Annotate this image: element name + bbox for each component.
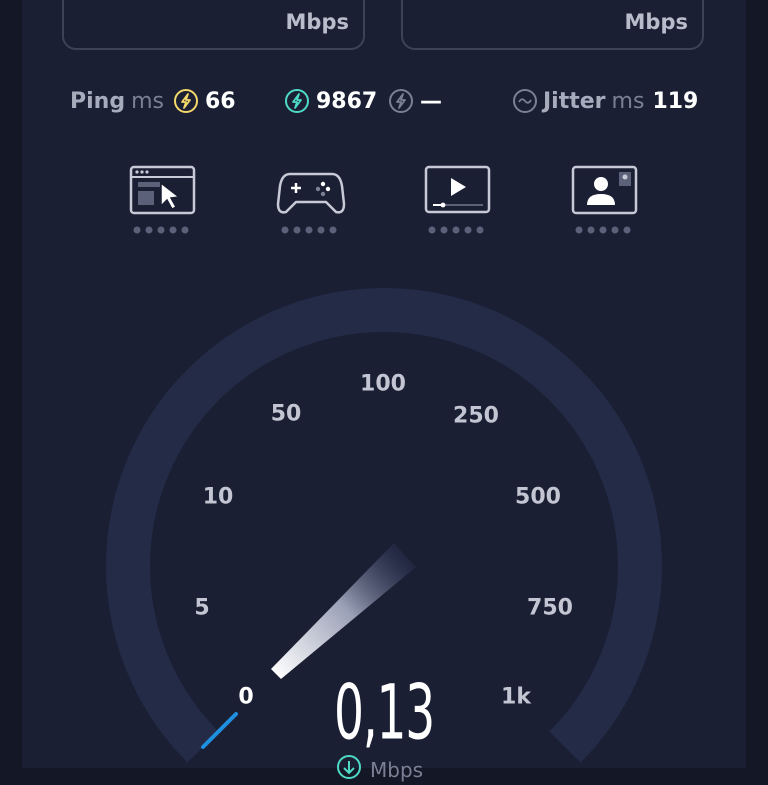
gauge-tick-50: 50 [270,401,302,427]
gauge-tick-100: 100 [360,371,406,397]
gauge-tick-0: 0 [238,684,254,710]
gauge-tick-10: 10 [202,484,234,510]
current-speed-text: 0,13 [334,667,435,757]
gauge-tick-5: 5 [194,595,210,621]
download-arrow-icon [336,754,362,785]
current-speed-value: 0,13 [303,668,464,757]
gauge-tick-750: 750 [527,595,573,621]
gauge-tick-1k: 1k [501,684,531,710]
current-speed-unit: Mbps [370,757,424,782]
gauge-tick-500: 500 [515,484,561,510]
current-speed-unit-row: Mbps [336,754,423,785]
gauge-needle [271,543,416,679]
gauge-tick-250: 250 [453,403,499,429]
